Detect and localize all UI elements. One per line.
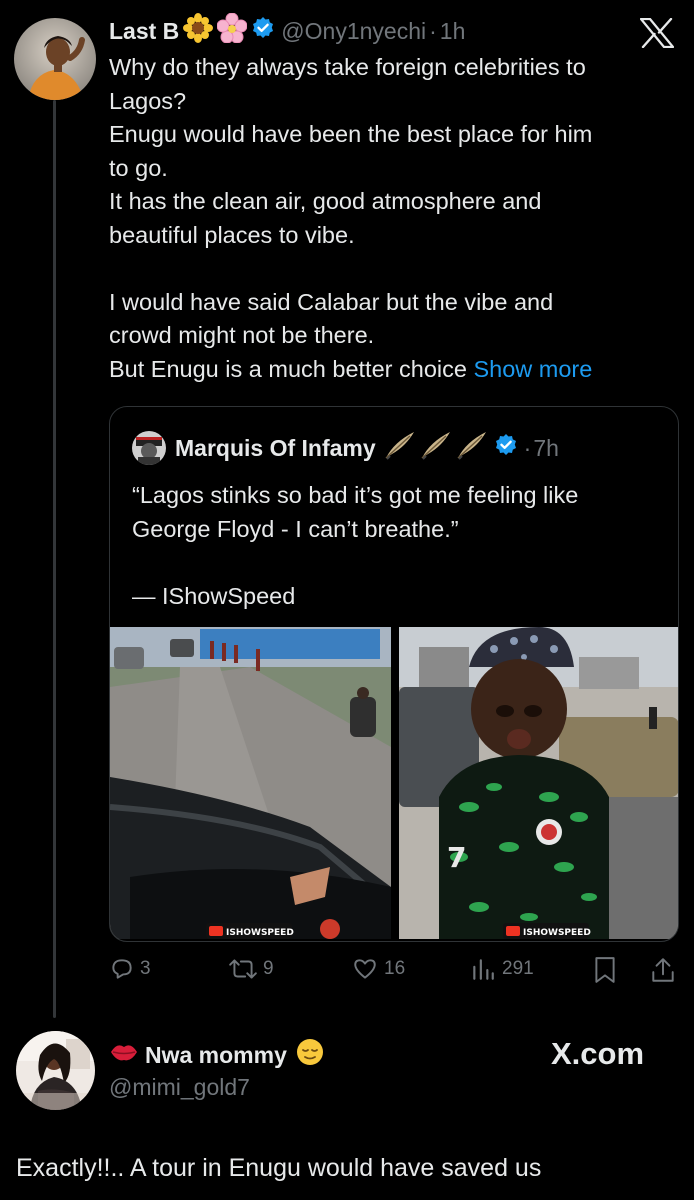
show-more-link[interactable]: Show more xyxy=(473,356,592,382)
x-com-brand[interactable]: X.com xyxy=(551,1036,644,1072)
x-logo-icon[interactable] xyxy=(639,17,675,49)
media-image-right[interactable]: 7 ISHOWSPEED xyxy=(399,627,679,939)
quoted-media-grid: ISHOWSPEED 7 ISHOWSPEED xyxy=(110,627,679,941)
repost-count: 9 xyxy=(263,958,274,979)
thread-connector-line xyxy=(53,100,56,1018)
tweet-line: crowd might not be there. xyxy=(109,322,375,348)
tweet-time[interactable]: 1h xyxy=(440,18,466,45)
tweet-line: to go. xyxy=(109,154,168,181)
author-name[interactable]: Last B xyxy=(109,18,179,45)
author-avatar[interactable] xyxy=(14,18,96,100)
verified-badge-icon xyxy=(251,16,275,46)
cherry-blossom-emoji-icon xyxy=(216,12,248,49)
reply-author-handle[interactable]: @mimi_gold7 xyxy=(109,1072,325,1102)
lips-emoji-icon xyxy=(109,1040,139,1070)
bookmark-icon xyxy=(595,957,615,983)
quoted-tweet-header: Marquis Of Infamy · 7h xyxy=(132,431,559,465)
reply-author-avatar[interactable] xyxy=(16,1031,95,1110)
header-separator: · xyxy=(429,17,437,44)
tweet-body: Why do they always take foreign celebrit… xyxy=(109,51,679,386)
reply-icon xyxy=(112,959,132,979)
reply-count: 3 xyxy=(140,958,151,979)
author-handle[interactable]: @Ony1nyechi xyxy=(281,18,426,45)
reply-body: Exactly!!.. A tour in Enugu would have s… xyxy=(16,1154,542,1182)
tweet-line: Enugu would have been the best place for… xyxy=(109,121,593,147)
watermark-text: ISHOWSPEED xyxy=(523,928,591,938)
like-count: 16 xyxy=(384,958,406,979)
tweet-line: Why do they always take foreign celebrit… xyxy=(109,54,586,80)
feather-icon xyxy=(456,430,488,466)
share-icon xyxy=(652,958,674,982)
quoted-attribution: — IShowSpeed xyxy=(132,582,296,609)
relieved-face-emoji-icon xyxy=(295,1037,325,1073)
tweet-line-last: But Enugu is a much better choice Show m… xyxy=(109,353,679,387)
views-icon xyxy=(473,959,494,980)
tweet-line: beautiful places to vibe. xyxy=(109,221,355,248)
watermark-text: ISHOWSPEED xyxy=(226,928,294,938)
tweet-line: I would have said Calabar but the vibe a… xyxy=(109,288,554,315)
sunflower-emoji-icon xyxy=(183,13,214,49)
quoted-author-name[interactable]: Marquis Of Infamy xyxy=(175,435,376,462)
tweet-last-text: But Enugu is a much better choice xyxy=(109,355,474,382)
feather-icon xyxy=(384,430,416,466)
quoted-tweet-body: “Lagos stinks so bad it’s got me feeling… xyxy=(132,479,662,613)
repost-button[interactable]: 9 xyxy=(228,956,274,982)
share-button[interactable] xyxy=(650,956,681,984)
quoted-time[interactable]: 7h xyxy=(533,435,559,462)
heart-icon xyxy=(354,959,376,979)
svg-text:7: 7 xyxy=(447,841,466,874)
views-button[interactable]: 291 xyxy=(469,956,534,982)
tweet-line: Lagos? xyxy=(109,87,187,114)
like-button[interactable]: 16 xyxy=(351,956,405,982)
feather-icon xyxy=(420,430,452,466)
quoted-tweet-card[interactable]: Marquis Of Infamy · 7h “Lagos stinks so … xyxy=(109,406,679,942)
views-count: 291 xyxy=(502,958,534,979)
tweet-header: Last B @Ony1nyechi · 1h xyxy=(109,12,466,49)
reply-header: Nwa mommy @mimi_gold7 xyxy=(109,1038,325,1102)
quoted-line: “Lagos stinks so bad it’s got me feeling… xyxy=(132,482,579,508)
quoted-separator: · xyxy=(523,434,532,461)
quoted-author-avatar[interactable] xyxy=(132,431,166,465)
verified-badge-icon xyxy=(494,433,518,463)
reply-author-name[interactable]: Nwa mommy xyxy=(145,1042,287,1069)
tweet-actions: 3 9 16 291 xyxy=(109,950,679,990)
tweet-line: It has the clean air, good atmosphere an… xyxy=(109,188,542,214)
media-image-left[interactable]: ISHOWSPEED xyxy=(110,627,391,939)
repost-icon xyxy=(229,959,257,979)
quoted-line: George Floyd - I can’t breathe.” xyxy=(132,515,459,542)
reply-button[interactable]: 3 xyxy=(109,956,151,982)
bookmark-button[interactable] xyxy=(593,956,622,984)
